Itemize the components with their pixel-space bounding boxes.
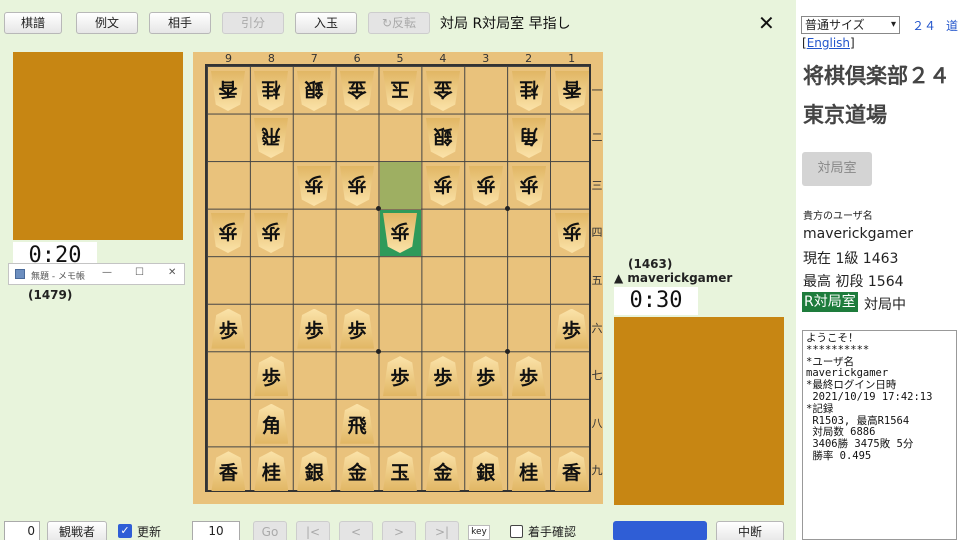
koshin-label: 更新: [137, 525, 162, 539]
chakushu-checkbox[interactable]: [510, 525, 523, 538]
rank-label: 七: [591, 369, 603, 383]
chevron-down-icon: ▾: [890, 19, 896, 30]
rank-label: 四: [591, 226, 603, 240]
size-select-value: 普通サイズ: [805, 18, 865, 32]
go-button[interactable]: Go: [253, 521, 287, 540]
star-point: [504, 348, 510, 354]
file-label: 2: [525, 52, 533, 65]
rank-label: 六: [591, 321, 603, 335]
chudan-button[interactable]: 中断: [716, 521, 784, 540]
chakushu-label: 着手確認: [528, 525, 577, 539]
size-select[interactable]: 普通サイズ ▾: [801, 16, 900, 34]
file-label: 3: [482, 52, 490, 65]
username-label: 貴方のユーザ名: [803, 211, 873, 222]
notepad-title: 無題 - メモ帳: [31, 272, 85, 282]
rank-label: 八: [591, 416, 603, 430]
english-link[interactable]: English: [807, 36, 850, 50]
close-icon[interactable]: ✕: [168, 267, 176, 278]
star-point: [376, 348, 382, 354]
file-label: 9: [224, 52, 232, 65]
player-name: ▲ maverickgamer: [614, 271, 733, 285]
koshin-checkbox[interactable]: ✓: [118, 524, 132, 538]
submit-move-button[interactable]: [613, 521, 707, 540]
file-label: 7: [310, 52, 318, 65]
file-label: 1: [568, 52, 576, 65]
prev-move-button[interactable]: <: [339, 521, 373, 540]
username: maverickgamer: [803, 226, 914, 242]
file-label: 5: [396, 52, 404, 65]
rank-label: 五: [591, 274, 603, 288]
player-rating: (1463): [628, 257, 673, 271]
link-dojo[interactable]: 道: [946, 17, 958, 34]
dojo-title: 東京道場: [803, 103, 887, 127]
play-status: 対局中: [864, 297, 906, 313]
nyugyoku-button[interactable]: 入玉: [295, 12, 357, 34]
file-label: 6: [353, 52, 361, 65]
rank-label: 九: [591, 464, 603, 478]
aite-button[interactable]: 相手: [149, 12, 211, 34]
best-rank: 最高 初段 1564: [803, 274, 904, 290]
opponent-piece-stand: [13, 52, 183, 240]
reibun-button[interactable]: 例文: [76, 12, 138, 34]
file-label: 4: [439, 52, 447, 65]
maximize-icon[interactable]: ☐: [135, 267, 144, 278]
rank-label: 二: [591, 131, 603, 145]
link-24[interactable]: ２４: [912, 17, 936, 34]
notepad-icon: [15, 269, 25, 279]
hikiwake-button[interactable]: 引分: [222, 12, 284, 34]
player-piece-stand: [614, 317, 784, 505]
club-title: 将棋倶楽部２４: [803, 64, 950, 88]
next-move-button[interactable]: >: [382, 521, 416, 540]
last-move-button[interactable]: >|: [425, 521, 459, 540]
notepad-window[interactable]: 無題 - メモ帳 — ☐ ✕: [8, 263, 185, 285]
room-badge: R対局室: [802, 292, 858, 312]
opponent-rating: (1479): [28, 288, 73, 302]
close-icon[interactable]: ✕: [758, 12, 775, 34]
gote-piece[interactable]: 玉: [383, 71, 417, 111]
kifu-button[interactable]: 棋譜: [4, 12, 62, 34]
room-button[interactable]: 対局室: [802, 152, 872, 186]
star-point: [504, 206, 510, 212]
hanten-button[interactable]: ↻反転: [368, 12, 430, 34]
message-log[interactable]: ようこそ！ ********** *ユーザ名 maverickgamer *最終…: [802, 330, 957, 540]
last-move-from-square: [379, 162, 422, 209]
current-rank: 現在 1級 1463: [803, 251, 899, 267]
minimize-icon[interactable]: —: [102, 267, 112, 278]
rank-label: 一: [591, 83, 603, 97]
step-field[interactable]: 10: [192, 521, 240, 540]
file-label: 8: [267, 52, 275, 65]
english-link-wrapper: [English]: [802, 36, 855, 50]
kansen-button[interactable]: 観戦者: [47, 521, 107, 540]
key-button[interactable]: key: [468, 525, 490, 540]
game-title: 対局 R対局室 早指し: [440, 16, 571, 32]
first-move-button[interactable]: |<: [296, 521, 330, 540]
rank-label: 三: [591, 178, 603, 192]
player-clock: 0:30: [614, 287, 698, 315]
move-number-field[interactable]: 0: [4, 521, 40, 540]
